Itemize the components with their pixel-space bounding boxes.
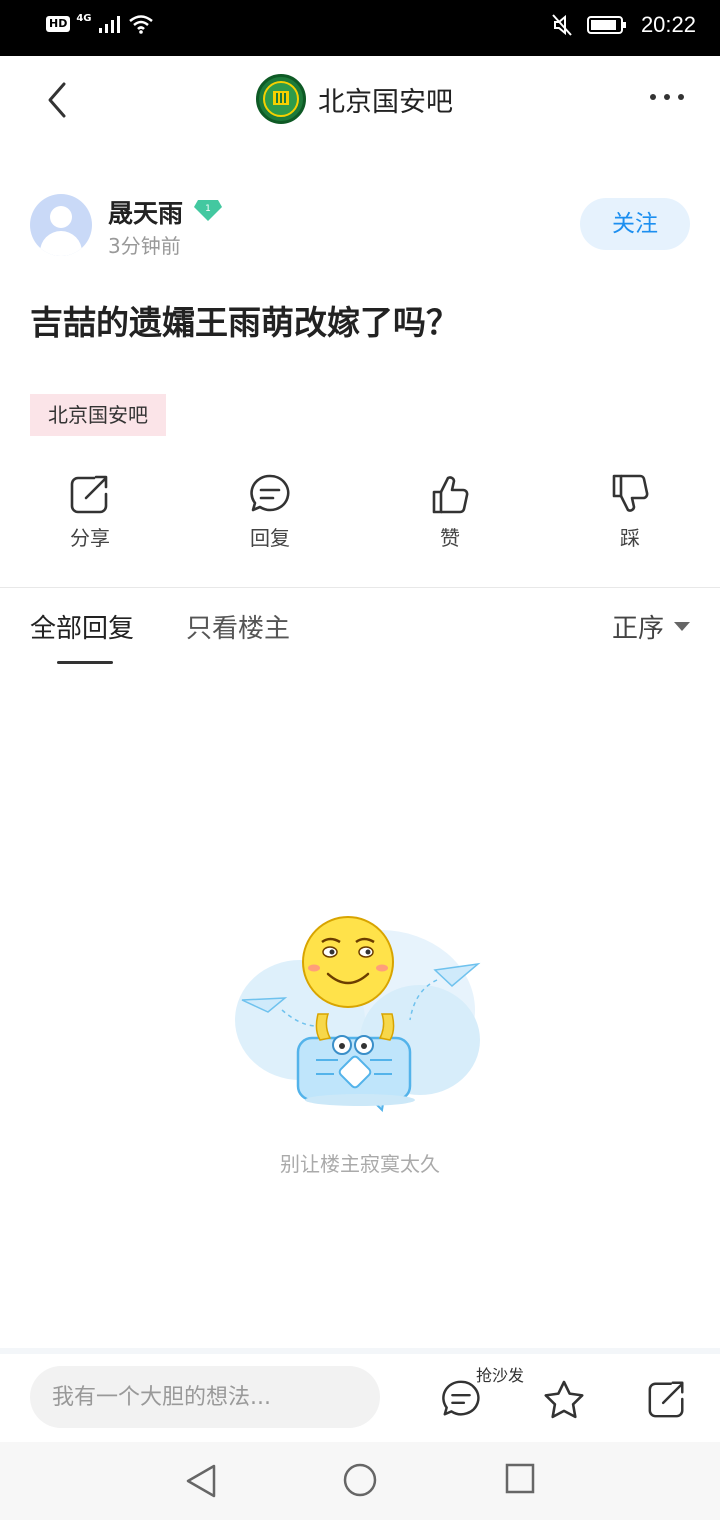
dislike-label: 踩	[620, 526, 640, 550]
clock: 20:22	[640, 12, 696, 37]
tab-op-only[interactable]: 只看楼主	[186, 608, 290, 645]
post-time: 3分钟前	[108, 234, 181, 258]
dislike-button[interactable]: 踩	[580, 472, 680, 551]
comments-button[interactable]	[440, 1378, 482, 1424]
nav-back-button[interactable]	[184, 1462, 218, 1504]
action-bar: 分享 回复 赞 踩	[0, 472, 720, 562]
wifi-icon	[128, 15, 153, 34]
nav-recents-button[interactable]	[504, 1462, 536, 1500]
share-label: 分享	[70, 526, 110, 550]
back-button[interactable]	[38, 78, 78, 122]
follow-button[interactable]: 关注	[580, 198, 690, 250]
star-icon	[544, 1380, 584, 1419]
hd-badge: HD	[46, 16, 71, 32]
active-tab-indicator	[57, 661, 113, 664]
post-title: 吉喆的遗孀王雨萌改嫁了吗？	[30, 303, 459, 342]
tab-all-replies[interactable]: 全部回复	[30, 608, 134, 645]
bottom-bar: 抢沙发	[0, 1354, 720, 1442]
sort-label: 正序	[611, 614, 664, 644]
share-button-bottom[interactable]	[646, 1378, 688, 1424]
nav-home-button[interactable]	[342, 1462, 378, 1502]
share-icon	[70, 475, 108, 514]
author-name[interactable]: 晟天雨	[108, 194, 183, 230]
forum-title: 北京国安吧	[318, 86, 453, 118]
like-button[interactable]: 赞	[400, 472, 500, 551]
forum-title-link[interactable]: 北京国安吧	[256, 74, 453, 124]
avatar-body	[40, 231, 82, 256]
forum-logo-icon	[256, 74, 306, 124]
triangle-back-icon	[186, 1464, 216, 1498]
share-icon	[648, 1381, 684, 1418]
avatar[interactable]	[30, 194, 92, 256]
reply-label: 回复	[250, 526, 290, 550]
level-badge-number: 1	[205, 204, 211, 214]
comment-icon	[250, 474, 290, 512]
empty-state-text: 别让楼主寂寞太久	[280, 1152, 440, 1176]
status-indicators: HD 4G	[46, 12, 154, 34]
reply-input[interactable]	[30, 1366, 380, 1428]
sort-dropdown[interactable]: 正序	[612, 608, 690, 645]
level-badge-icon: 1	[194, 200, 222, 221]
battery-icon	[586, 16, 626, 34]
empty-state-illustration	[235, 916, 481, 1113]
system-nav-bar	[0, 1442, 720, 1520]
thumbs-up-icon	[432, 476, 469, 514]
avatar-head	[50, 206, 72, 228]
thumbs-down-icon	[612, 474, 649, 512]
caret-down-icon	[674, 622, 690, 631]
more-options-button[interactable]	[650, 94, 684, 100]
status-bar: HD 4G 20:22	[0, 0, 720, 56]
sofa-label: 抢沙发	[476, 1366, 525, 1385]
like-label: 赞	[440, 526, 460, 550]
forum-tag[interactable]: 北京国安吧	[30, 394, 166, 436]
more-dot	[650, 94, 656, 100]
network-type: 4G	[76, 12, 92, 24]
header: 北京国安吧	[0, 56, 720, 146]
share-button[interactable]: 分享	[40, 472, 140, 551]
chevron-left-icon	[48, 82, 66, 118]
author-row: 晟天雨 1 3分钟前 关注	[30, 192, 690, 262]
more-dot	[664, 94, 670, 100]
reply-tabs: 全部回复 只看楼主 正序	[30, 608, 690, 668]
signal-icon	[98, 16, 120, 33]
square-recents-icon	[505, 1463, 535, 1494]
favorite-button[interactable]	[542, 1378, 586, 1426]
divider	[0, 587, 720, 588]
status-right: 20:22	[551, 12, 696, 38]
more-dot	[678, 94, 684, 100]
circle-home-icon	[343, 1463, 377, 1497]
reply-button[interactable]: 回复	[220, 472, 320, 551]
comment-icon	[442, 1380, 480, 1416]
mute-icon	[552, 14, 572, 36]
